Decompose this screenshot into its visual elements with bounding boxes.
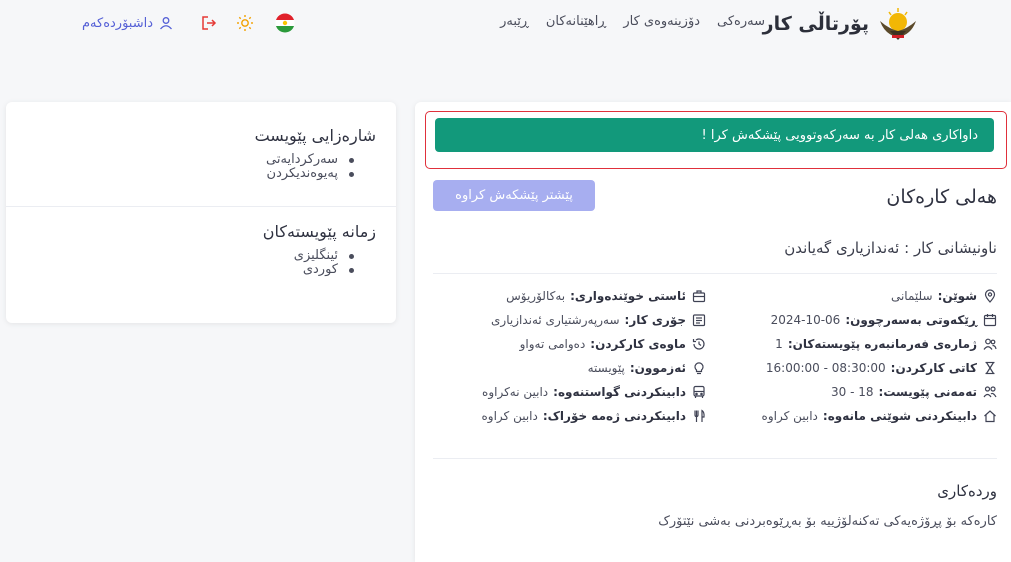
age-icon [983, 386, 997, 398]
detail-value: دابین کراوە [481, 409, 538, 423]
list-item: سەرکردایەتی [6, 153, 376, 167]
logout-icon[interactable] [200, 14, 218, 32]
nav-link-trainings[interactable]: ڕاهێنانەکان [546, 14, 607, 29]
briefcase-icon [692, 314, 706, 327]
detail-label: شوێن: [937, 289, 977, 303]
utensils-icon [694, 409, 705, 422]
detail-label: ئاستی خوێندەواری: [570, 289, 686, 303]
skills-list: سەرکردایەتی پەیوەندیکردن [6, 153, 376, 181]
languages-heading: زمانە پێویستەکان [262, 222, 376, 241]
detail-work-duration: ماوەی کارکردن: دەوامی تەواو [520, 335, 706, 353]
detail-employee-count: ژمارەی فەرمانبەرە پێویستەکان: 1 [775, 335, 997, 353]
list-item: ئینگلیزی [6, 249, 376, 263]
users-icon [983, 338, 997, 350]
detail-label: دابینکردنی گواستنەوە: [553, 385, 686, 399]
success-alert: داواکاری هەلی کار بە سەرکەوتوویی پێشکەش … [435, 118, 994, 152]
dashboard-link[interactable]: داشبۆردەکەم [82, 16, 173, 31]
detail-meals: دابینکردنی ژەمە خۆراک: دابین کراوە [482, 407, 707, 425]
already-applied-button[interactable]: پێشتر پێشکەش کراوە [433, 180, 595, 211]
nav-tools: داشبۆردەکەم [82, 12, 173, 34]
detail-job-type: جۆری کار: سەرپەرشتیاری ئەندازیاری [491, 311, 706, 329]
detail-value: دابین نەکراوە [482, 385, 549, 399]
languages-list: ئینگلیزی کوردی [6, 249, 376, 277]
detail-value: سەرپەرشتیاری ئەندازیاری [491, 313, 620, 327]
brand-title: پۆرتاڵی کار [762, 13, 869, 35]
list-item: کوردی [6, 263, 376, 277]
detail-transportation: دابینکردنی گواستنەوە: دابین نەکراوە [482, 383, 706, 401]
detail-experience: ئەزموون: پێویستە [588, 359, 706, 377]
detail-label: دابینکردنی شوێنی مانەوە: [822, 409, 977, 423]
top-navbar: پۆرتاڵی کار سەرەکی دۆزینەوەی کار ڕاهێنان… [0, 0, 1011, 48]
detail-label: جۆری کار: [624, 313, 686, 327]
detail-working-hours: کاتی کارکردن: 08:30:00 - 16:00:00 [766, 359, 997, 377]
detail-label: ژمارەی فەرمانبەرە پێویستەکان: [787, 337, 977, 351]
divider [433, 273, 997, 274]
detail-label: ڕێکەوتی بەسەرچوون: [845, 313, 977, 327]
clock-rotate-icon [692, 338, 705, 350]
hourglass-icon [985, 361, 995, 375]
job-address: ناونیشانی کار : ئەندازیاری گەیاندن [784, 239, 997, 257]
job-detail-card: داواکاری هەلی کار بە سەرکەوتوویی پێشکەش … [415, 102, 1011, 562]
nav-links: سەرەکی دۆزینەوەی کار ڕاهێنانەکان ڕێبەر [500, 14, 765, 29]
detail-value: دابین کراوە [761, 409, 818, 423]
brand[interactable]: پۆرتاڵی کار [763, 8, 919, 40]
detail-age: تەمەنی پێویست: 18 - 30 [831, 383, 997, 401]
detail-value: 2024-10-06 [770, 313, 841, 327]
description-text: کارەکە بۆ پڕۆژەیەکی تەکنەلۆژییە بۆ بەڕێو… [658, 514, 997, 529]
home-icon [984, 410, 996, 423]
location-icon [984, 289, 996, 303]
detail-accommodation: دابینکردنی شوێنی مانەوە: دابین کراوە [762, 407, 997, 425]
requirements-card: شارەزایی پێویست سەرکردایەتی پەیوەندیکردن… [6, 102, 396, 323]
nav-link-home[interactable]: سەرەکی [717, 14, 765, 29]
nav-link-find-job[interactable]: دۆزینەوەی کار [623, 14, 700, 29]
divider [6, 206, 396, 207]
divider [433, 458, 997, 459]
detail-label: دابینکردنی ژەمە خۆراک: [542, 409, 686, 423]
detail-value: سلێمانی [890, 289, 933, 303]
detail-label: کاتی کارکردن: [890, 361, 977, 375]
detail-value: 18 - 30 [831, 385, 874, 399]
detail-location: شوێن: سلێمانی [891, 287, 997, 305]
detail-value: بەکالۆریۆس [506, 289, 566, 303]
alert-highlight: داواکاری هەلی کار بە سەرکەوتوویی پێشکەش … [425, 111, 1007, 169]
skills-heading: شارەزایی پێویست [254, 126, 376, 145]
detail-value: دەوامی تەواو [519, 337, 586, 351]
detail-value: 1 [775, 337, 783, 351]
detail-label: ماوەی کارکردن: [590, 337, 686, 351]
detail-value: 08:30:00 - 16:00:00 [765, 361, 886, 375]
list-item: پەیوەندیکردن [6, 167, 376, 181]
detail-deadline: ڕێکەوتی بەسەرچوون: 2024-10-06 [771, 311, 997, 329]
detail-value: پێویستە [587, 361, 625, 375]
detail-label: تەمەنی پێویست: [878, 385, 977, 399]
lightbulb-icon [694, 362, 704, 375]
languages-section: زمانە پێویستەکان ئینگلیزی کوردی [6, 222, 396, 277]
kurdistan-emblem-logo [880, 8, 916, 40]
dashboard-label: داشبۆردەکەم [82, 15, 154, 31]
bus-icon [693, 385, 705, 398]
calendar-icon [983, 314, 997, 327]
user-icon [160, 17, 173, 30]
theme-sun-icon[interactable] [236, 14, 254, 32]
kurdistan-flag-language-icon[interactable] [275, 13, 295, 33]
detail-label: ئەزموون: [629, 361, 686, 375]
page-title: هەلی کارەکان [886, 186, 997, 208]
detail-education: ئاستی خوێندەواری: بەکالۆریۆس [506, 287, 706, 305]
description-heading: وردەکاری [937, 482, 997, 500]
skills-section: شارەزایی پێویست سەرکردایەتی پەیوەندیکردن [6, 126, 396, 181]
education-icon [692, 290, 706, 303]
nav-link-guide[interactable]: ڕێبەر [500, 14, 529, 29]
